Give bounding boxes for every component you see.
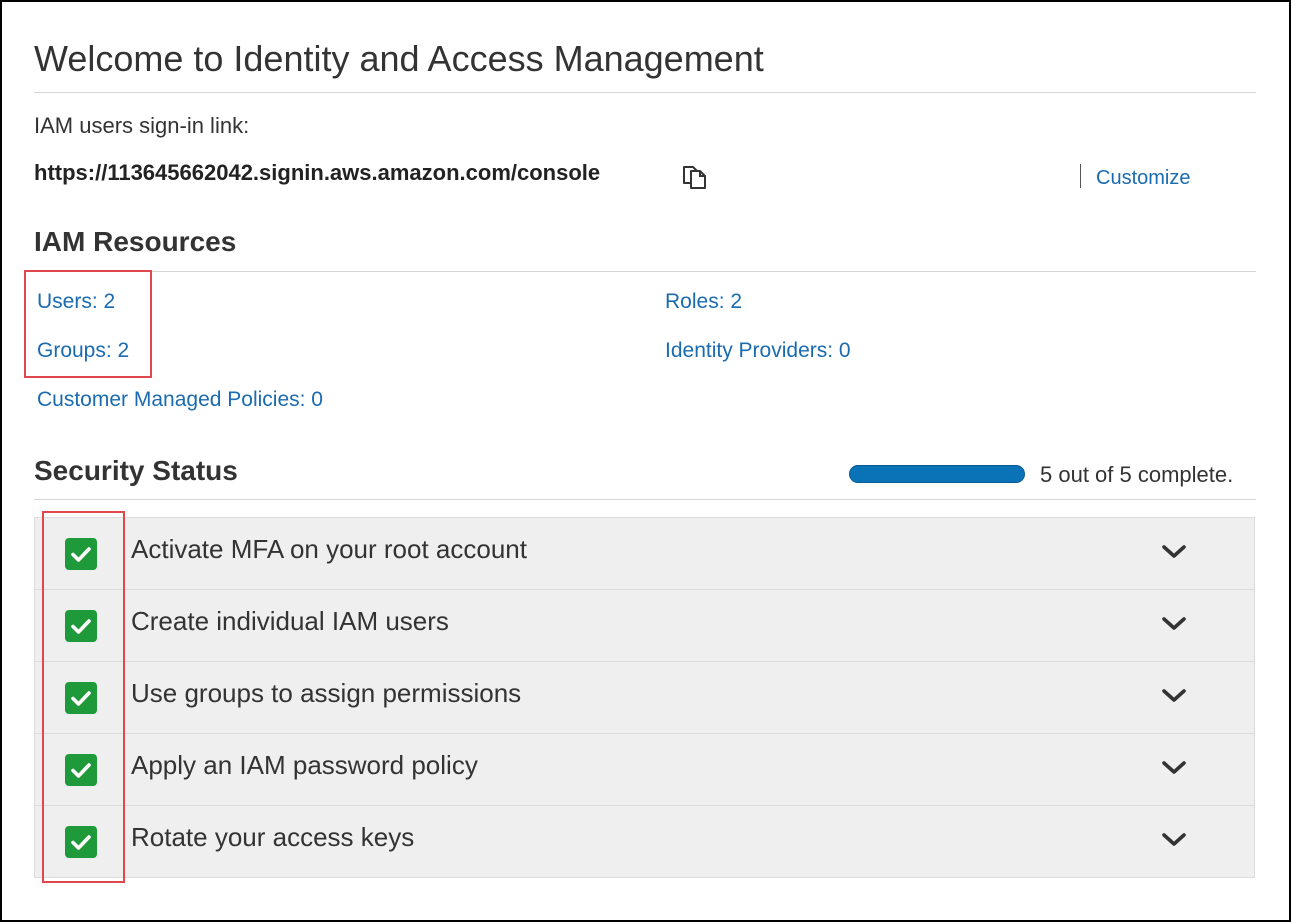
resources-divider — [34, 271, 1256, 272]
highlight-box-checkmarks — [42, 511, 125, 883]
security-divider — [34, 499, 1256, 500]
status-row-label: Rotate your access keys — [131, 822, 415, 852]
status-row-label: Use groups to assign permissions — [131, 678, 522, 708]
identity-providers-link[interactable]: Identity Providers: 0 — [665, 339, 851, 363]
signin-link-url: https://113645662042.signin.aws.amazon.c… — [34, 160, 601, 185]
chevron-down-icon[interactable] — [1161, 827, 1187, 853]
chevron-down-icon[interactable] — [1161, 683, 1187, 709]
status-row-groups[interactable]: Use groups to assign permissions — [35, 662, 1254, 734]
customize-link[interactable]: Customize — [1096, 167, 1190, 190]
status-row-access-keys[interactable]: Rotate your access keys — [35, 806, 1254, 877]
roles-link[interactable]: Roles: 2 — [665, 290, 742, 314]
chevron-down-icon[interactable] — [1161, 539, 1187, 565]
highlight-box-users-groups — [24, 270, 152, 378]
security-progress-text: 5 out of 5 complete. — [1040, 462, 1234, 487]
chevron-down-icon[interactable] — [1161, 611, 1187, 637]
window-frame: Welcome to Identity and Access Managemen… — [0, 0, 1291, 922]
status-row-label: Create individual IAM users — [131, 606, 449, 636]
customer-managed-policies-link[interactable]: Customer Managed Policies: 0 — [37, 388, 323, 412]
security-progress-fill — [850, 466, 1024, 482]
status-row-iam-users[interactable]: Create individual IAM users — [35, 590, 1254, 662]
status-row-password-policy[interactable]: Apply an IAM password policy — [35, 734, 1254, 806]
security-progress-bar — [849, 465, 1025, 483]
title-divider — [34, 92, 1256, 93]
iam-resources-title: IAM Resources — [34, 226, 237, 257]
security-status-title: Security Status — [34, 455, 238, 486]
security-status-list: Activate MFA on your root account Create… — [34, 517, 1255, 878]
page-title: Welcome to Identity and Access Managemen… — [34, 38, 764, 79]
status-row-label: Apply an IAM password policy — [131, 750, 478, 780]
status-row-mfa[interactable]: Activate MFA on your root account — [35, 518, 1254, 590]
copy-icon[interactable] — [680, 161, 710, 191]
chevron-down-icon[interactable] — [1161, 755, 1187, 781]
signin-link-label: IAM users sign-in link: — [34, 113, 250, 138]
status-row-label: Activate MFA on your root account — [131, 534, 527, 564]
link-separator — [1080, 164, 1081, 188]
